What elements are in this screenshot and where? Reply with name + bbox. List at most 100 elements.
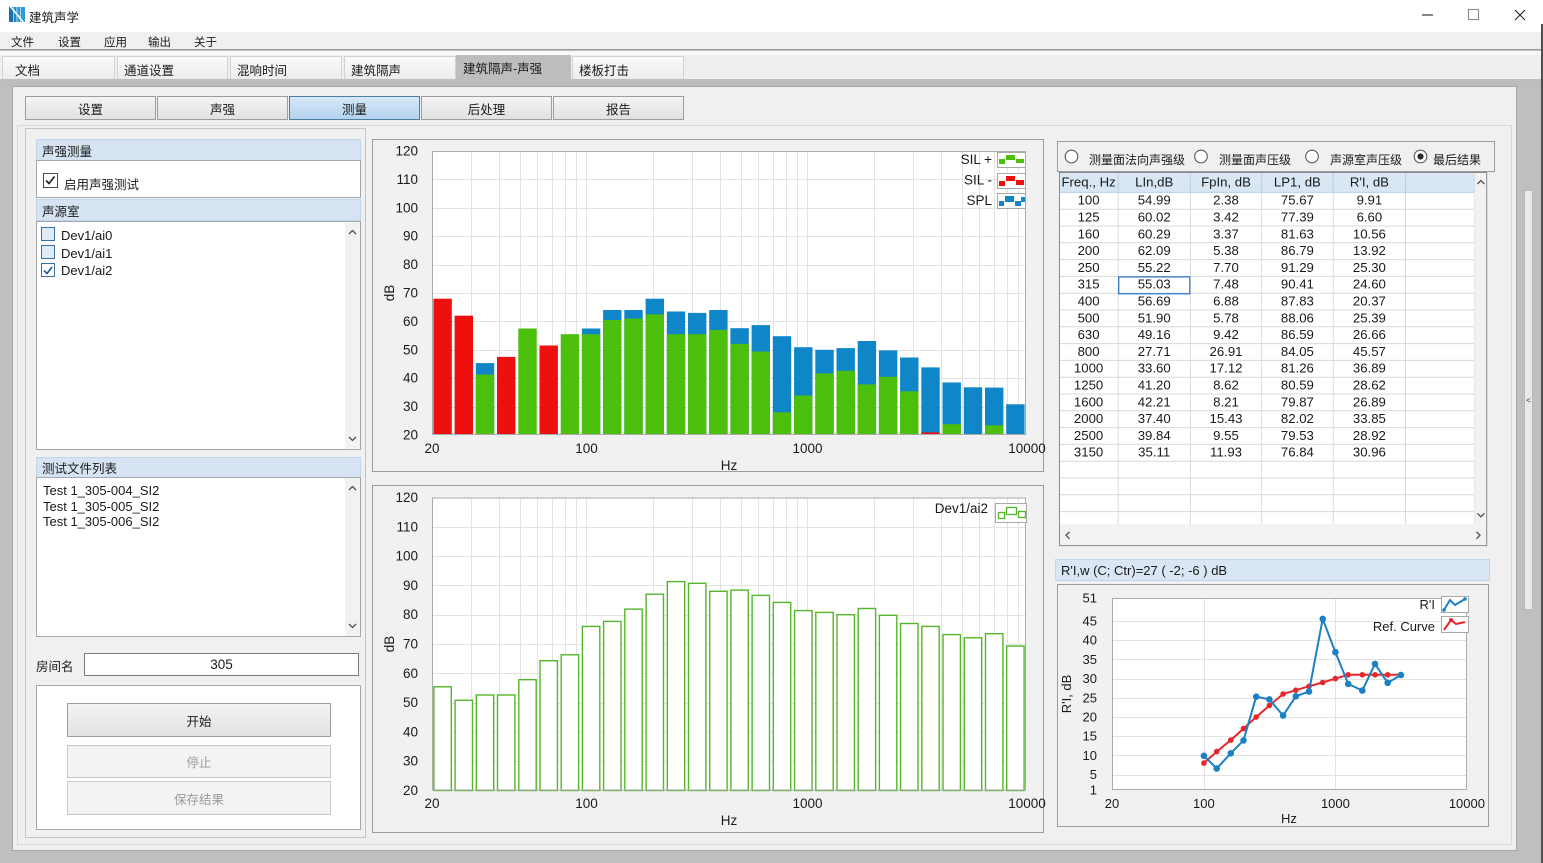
svg-text:315: 315 bbox=[1078, 277, 1100, 292]
svg-text:125: 125 bbox=[1078, 210, 1100, 225]
svg-text:62.09: 62.09 bbox=[1138, 243, 1171, 258]
svg-text:1600: 1600 bbox=[1074, 394, 1103, 409]
svg-text:6.60: 6.60 bbox=[1357, 210, 1383, 225]
svg-text:9.91: 9.91 bbox=[1357, 193, 1383, 208]
svg-text:30: 30 bbox=[403, 399, 418, 414]
svg-text:15.43: 15.43 bbox=[1209, 411, 1242, 426]
svg-text:55.22: 55.22 bbox=[1138, 260, 1171, 275]
svg-text:11.93: 11.93 bbox=[1210, 445, 1242, 460]
svg-text:20: 20 bbox=[424, 441, 439, 456]
svg-text:1: 1 bbox=[1090, 783, 1097, 798]
svg-text:24.60: 24.60 bbox=[1353, 277, 1386, 292]
svg-text:Freq., Hz: Freq., Hz bbox=[1061, 175, 1115, 190]
svg-text:80: 80 bbox=[403, 607, 418, 622]
svg-text:160: 160 bbox=[1078, 226, 1100, 241]
svg-text:110: 110 bbox=[396, 172, 418, 187]
svg-text:100: 100 bbox=[395, 549, 418, 564]
svg-text:8.62: 8.62 bbox=[1213, 378, 1239, 393]
svg-text:41.20: 41.20 bbox=[1138, 378, 1171, 393]
svg-text:39.84: 39.84 bbox=[1138, 428, 1171, 443]
svg-text:42.21: 42.21 bbox=[1138, 394, 1171, 409]
svg-text:9.42: 9.42 bbox=[1213, 327, 1239, 342]
svg-text:SIL +: SIL + bbox=[961, 152, 993, 167]
svg-text:Hz: Hz bbox=[1281, 811, 1297, 826]
svg-text:1250: 1250 bbox=[1074, 378, 1103, 393]
svg-text:2000: 2000 bbox=[1074, 411, 1103, 426]
svg-text:500: 500 bbox=[1078, 310, 1100, 325]
svg-text:10: 10 bbox=[1083, 748, 1097, 763]
svg-text:10000: 10000 bbox=[1449, 796, 1485, 811]
svg-text:2.38: 2.38 bbox=[1213, 193, 1239, 208]
svg-text:45.57: 45.57 bbox=[1353, 344, 1386, 359]
svg-text:33.60: 33.60 bbox=[1138, 361, 1171, 376]
svg-text:79.53: 79.53 bbox=[1281, 428, 1314, 443]
svg-text:37.40: 37.40 bbox=[1138, 411, 1171, 426]
svg-text:3.42: 3.42 bbox=[1213, 210, 1239, 225]
svg-text:60.02: 60.02 bbox=[1138, 210, 1171, 225]
svg-text:36.89: 36.89 bbox=[1353, 361, 1386, 376]
svg-text:28.92: 28.92 bbox=[1353, 428, 1386, 443]
svg-text:84.05: 84.05 bbox=[1281, 344, 1314, 359]
svg-text:Hz: Hz bbox=[721, 813, 738, 828]
svg-text:3.37: 3.37 bbox=[1213, 226, 1239, 241]
svg-text:55.03: 55.03 bbox=[1138, 277, 1171, 292]
svg-text:100: 100 bbox=[575, 796, 598, 811]
svg-text:51: 51 bbox=[1083, 591, 1097, 606]
svg-text:6.88: 6.88 bbox=[1213, 294, 1239, 309]
svg-text:R'I: R'I bbox=[1420, 597, 1435, 612]
svg-text:2500: 2500 bbox=[1074, 428, 1103, 443]
svg-text:81.26: 81.26 bbox=[1281, 361, 1314, 376]
svg-text:45: 45 bbox=[1083, 614, 1097, 629]
svg-text:3150: 3150 bbox=[1074, 445, 1103, 460]
svg-text:35: 35 bbox=[1083, 652, 1097, 667]
svg-text:28.62: 28.62 bbox=[1353, 378, 1386, 393]
svg-text:86.79: 86.79 bbox=[1281, 243, 1314, 258]
svg-text:86.59: 86.59 bbox=[1281, 327, 1314, 342]
svg-text:5.78: 5.78 bbox=[1213, 310, 1239, 325]
svg-text:200: 200 bbox=[1078, 243, 1100, 258]
svg-text:100: 100 bbox=[575, 441, 598, 456]
svg-text:90.41: 90.41 bbox=[1281, 277, 1314, 292]
svg-text:54.99: 54.99 bbox=[1138, 193, 1171, 208]
svg-text:SIL -: SIL - bbox=[964, 173, 992, 188]
svg-text:26.89: 26.89 bbox=[1353, 394, 1386, 409]
svg-text:1000: 1000 bbox=[1321, 796, 1350, 811]
svg-text:100: 100 bbox=[1078, 193, 1100, 208]
svg-text:82.02: 82.02 bbox=[1281, 411, 1314, 426]
svg-text:90: 90 bbox=[403, 578, 418, 593]
svg-text:56.69: 56.69 bbox=[1138, 294, 1171, 309]
svg-text:7.70: 7.70 bbox=[1213, 260, 1239, 275]
svg-text:50: 50 bbox=[403, 695, 418, 710]
svg-text:35.11: 35.11 bbox=[1138, 445, 1170, 460]
svg-text:10000: 10000 bbox=[1008, 441, 1046, 456]
svg-text:77.39: 77.39 bbox=[1281, 210, 1314, 225]
svg-text:dB: dB bbox=[382, 285, 397, 302]
svg-text:25.39: 25.39 bbox=[1353, 310, 1386, 325]
svg-text:17.12: 17.12 bbox=[1209, 361, 1242, 376]
svg-text:Dev1/ai2: Dev1/ai2 bbox=[935, 501, 988, 516]
svg-text:1000: 1000 bbox=[792, 796, 822, 811]
svg-text:1000: 1000 bbox=[792, 441, 822, 456]
svg-text:7.48: 7.48 bbox=[1213, 277, 1239, 292]
svg-text:110: 110 bbox=[396, 519, 418, 534]
svg-text:5.38: 5.38 bbox=[1213, 243, 1239, 258]
svg-text:75.67: 75.67 bbox=[1281, 193, 1314, 208]
svg-text:20.37: 20.37 bbox=[1353, 294, 1386, 309]
svg-text:20: 20 bbox=[1105, 796, 1119, 811]
svg-text:13.92: 13.92 bbox=[1353, 243, 1386, 258]
svg-text:81.63: 81.63 bbox=[1281, 226, 1314, 241]
svg-text:20: 20 bbox=[424, 796, 439, 811]
svg-text:1000: 1000 bbox=[1074, 361, 1103, 376]
svg-text:R'I, dB: R'I, dB bbox=[1059, 675, 1074, 714]
svg-text:80: 80 bbox=[403, 257, 418, 272]
svg-text:40: 40 bbox=[403, 371, 418, 386]
svg-text:9.55: 9.55 bbox=[1213, 428, 1239, 443]
svg-text:88.06: 88.06 bbox=[1281, 310, 1314, 325]
svg-text:30: 30 bbox=[403, 754, 418, 769]
svg-text:10.56: 10.56 bbox=[1353, 226, 1386, 241]
svg-text:R'I, dB: R'I, dB bbox=[1350, 175, 1389, 190]
svg-text:LP1, dB: LP1, dB bbox=[1274, 175, 1321, 190]
svg-text:8.21: 8.21 bbox=[1213, 394, 1239, 409]
svg-text:120: 120 bbox=[395, 490, 418, 505]
svg-text:10000: 10000 bbox=[1008, 796, 1046, 811]
